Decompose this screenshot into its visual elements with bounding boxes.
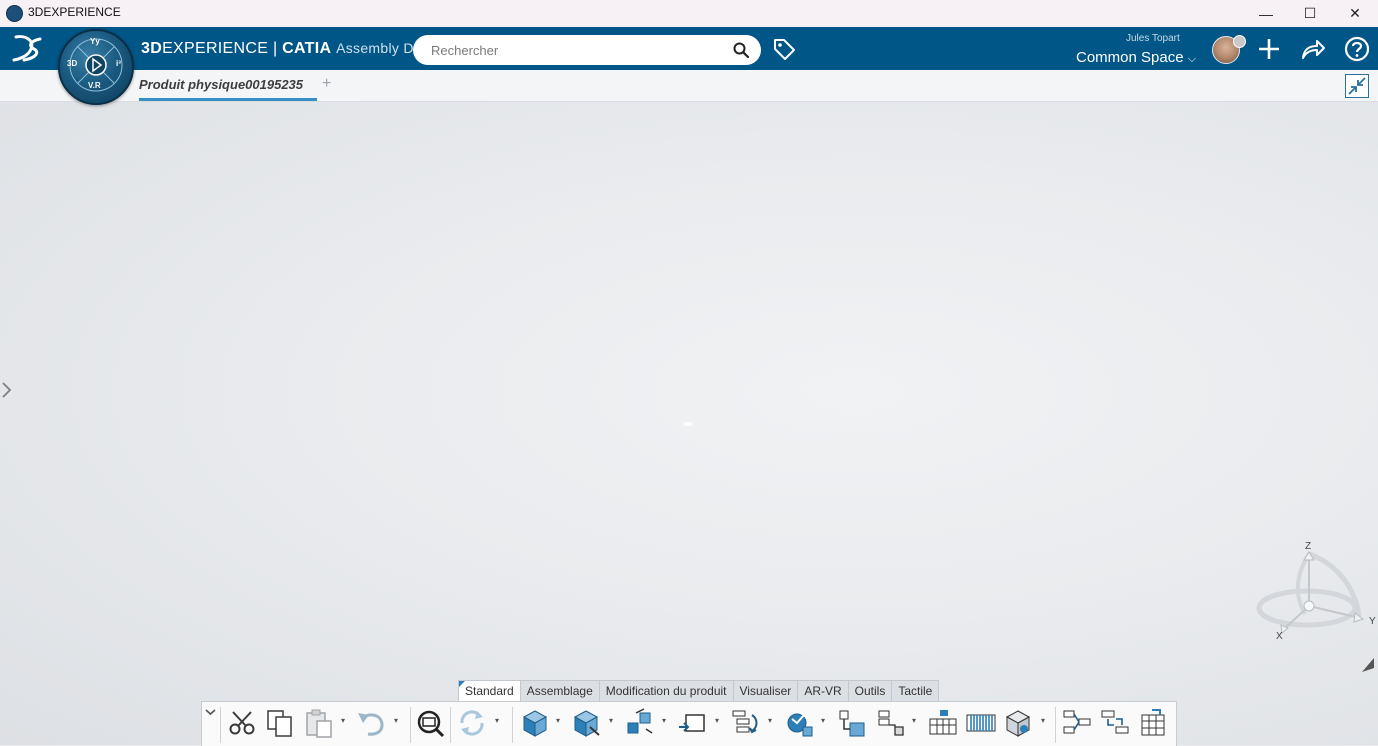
- table-icon[interactable]: [1138, 707, 1168, 739]
- copy-icon[interactable]: [265, 707, 295, 739]
- brand-3d: 3D: [141, 40, 163, 57]
- compass-left-label: 3D: [67, 59, 78, 68]
- section-tab-tactile[interactable]: Tactile: [891, 680, 940, 701]
- search-box[interactable]: [413, 35, 761, 65]
- new-part-dropdown-icon[interactable]: ▾: [609, 716, 613, 725]
- compass-top-label: Yy: [90, 37, 100, 46]
- brand-experience: EXPERIENCE: [162, 40, 269, 57]
- maximize-button[interactable]: ☐: [1287, 0, 1333, 27]
- space-label: Common Space: [1076, 49, 1184, 66]
- update-icon[interactable]: [457, 707, 487, 739]
- connection-dropdown-icon[interactable]: ▾: [821, 716, 825, 725]
- rotation-center: [683, 422, 693, 426]
- replace-icon[interactable]: [677, 707, 707, 739]
- share-icon[interactable]: [1300, 36, 1326, 62]
- status-badge: [1233, 35, 1246, 48]
- compass-right-label: i³: [116, 59, 121, 68]
- section-icon[interactable]: [966, 707, 996, 739]
- close-button[interactable]: ✕: [1332, 0, 1378, 27]
- expand-tree-icon[interactable]: [0, 381, 14, 399]
- pattern-icon[interactable]: [928, 707, 958, 739]
- add-tab-button[interactable]: +: [322, 75, 331, 93]
- separator: [450, 707, 451, 743]
- compass-3d[interactable]: Z X Y: [1255, 538, 1377, 644]
- separator: [410, 707, 411, 743]
- undo-dropdown-icon[interactable]: ▾: [394, 716, 398, 725]
- search-icon[interactable]: [733, 42, 749, 58]
- cube-view-icon[interactable]: [1004, 707, 1034, 739]
- robot-pencil-icon[interactable]: [1360, 656, 1376, 676]
- paste-dropdown-icon[interactable]: ▾: [341, 716, 345, 725]
- section-tab-assemblage[interactable]: Assemblage: [519, 680, 600, 701]
- user-name: Jules Topart: [1126, 33, 1180, 44]
- tag-icon[interactable]: [772, 37, 796, 61]
- cut-icon[interactable]: [227, 707, 257, 739]
- tab-document[interactable]: Produit physique00195235: [139, 77, 303, 92]
- section-tab-standard[interactable]: Standard: [458, 680, 521, 701]
- collapse-button[interactable]: [1345, 74, 1369, 98]
- compare-structure-icon[interactable]: [1100, 707, 1130, 739]
- z-axis-label: Z: [1305, 541, 1311, 552]
- separator: [220, 707, 221, 743]
- brand-separator: |: [268, 40, 283, 57]
- undo-icon[interactable]: [356, 707, 386, 739]
- engineering-connection-icon[interactable]: [784, 707, 814, 739]
- space-selector[interactable]: Common Space ⌵: [1076, 49, 1196, 66]
- section-tab-outils[interactable]: Outils: [847, 680, 893, 701]
- separator: [1055, 707, 1056, 743]
- compass-bottom-label: V.R: [88, 81, 101, 90]
- insert-dropdown-icon[interactable]: ▾: [556, 716, 560, 725]
- action-bar-toggle-icon[interactable]: [203, 703, 218, 723]
- window-title: 3DEXPERIENCE: [28, 5, 121, 19]
- update-dropdown-icon[interactable]: ▾: [495, 716, 499, 725]
- help-icon[interactable]: [1344, 36, 1370, 62]
- action-bar-sections: Standard Assemblage Modification du prod…: [458, 680, 940, 701]
- replace-dropdown-icon[interactable]: ▾: [715, 716, 719, 725]
- dassault-logo-icon[interactable]: [10, 33, 44, 63]
- reorder-icon[interactable]: [730, 707, 760, 739]
- fix-icon[interactable]: [875, 707, 905, 739]
- minimize-button[interactable]: —: [1243, 0, 1289, 27]
- constraint-icon[interactable]: [837, 707, 867, 739]
- section-tab-ar-vr[interactable]: AR-VR: [797, 680, 849, 701]
- collapse-icon: [1348, 77, 1366, 95]
- section-tab-modification[interactable]: Modification du produit: [598, 680, 734, 701]
- active-tab-indicator: [139, 98, 317, 101]
- app-logo-icon: [6, 5, 23, 22]
- insert-product-icon[interactable]: [520, 707, 550, 739]
- brand-title: 3DEXPERIENCE | CATIA Assembly De...: [141, 40, 434, 58]
- window-title-bar: 3DEXPERIENCE — ☐ ✕: [0, 0, 1378, 27]
- cube-view-dropdown-icon[interactable]: ▾: [1041, 716, 1045, 725]
- fix-dropdown-icon[interactable]: ▾: [912, 716, 916, 725]
- x-axis-label: X: [1276, 631, 1283, 642]
- y-axis-label: Y: [1369, 616, 1376, 627]
- zoom-icon[interactable]: [415, 707, 445, 739]
- search-input[interactable]: [429, 42, 723, 59]
- explode-dropdown-icon[interactable]: ▾: [662, 716, 666, 725]
- compass-button[interactable]: Yy 3D i³ V.R: [58, 29, 134, 105]
- section-tab-visualiser[interactable]: Visualiser: [732, 680, 799, 701]
- sync-structure-icon[interactable]: [1062, 707, 1092, 739]
- reorder-dropdown-icon[interactable]: ▾: [768, 716, 772, 725]
- explode-icon[interactable]: [624, 707, 654, 739]
- brand-catia: CATIA: [282, 40, 332, 57]
- new-part-icon[interactable]: [572, 707, 602, 739]
- separator: [512, 707, 513, 743]
- paste-icon[interactable]: [304, 707, 334, 739]
- chevron-down-icon: ⌵: [1187, 53, 1197, 65]
- add-icon[interactable]: [1257, 36, 1281, 62]
